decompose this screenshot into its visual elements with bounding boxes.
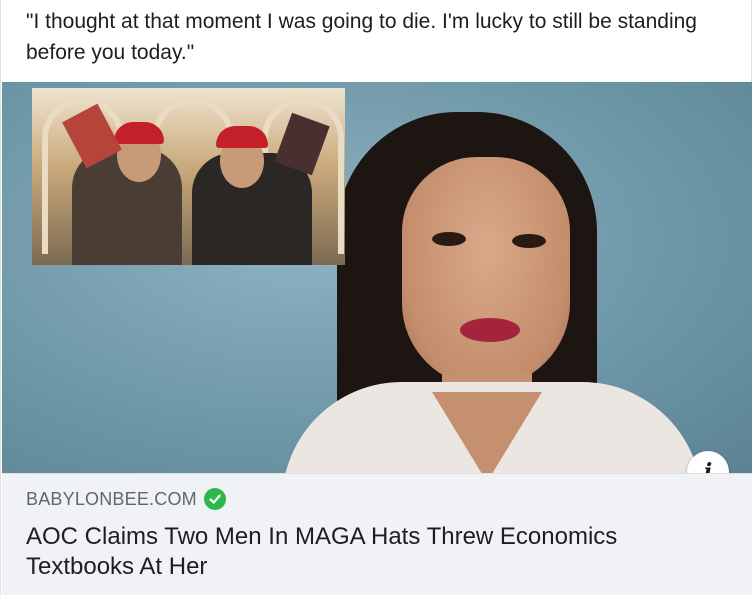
post-caption: "I thought at that moment I was going to… bbox=[26, 10, 697, 64]
link-preview-image[interactable] bbox=[2, 82, 752, 473]
domain-row: BABYLONBEE.COM bbox=[26, 488, 226, 510]
person-eye-right bbox=[512, 234, 546, 248]
person-mouth bbox=[460, 318, 520, 342]
link-domain: BABYLONBEE.COM bbox=[26, 488, 197, 509]
link-preview-footer[interactable]: BABYLONBEE.COM AOC Claims Two Men In MAG… bbox=[2, 473, 752, 595]
person-eye-left bbox=[432, 232, 466, 246]
inset-photo bbox=[32, 88, 345, 265]
link-headline[interactable]: AOC Claims Two Men In MAGA Hats Threw Ec… bbox=[26, 522, 716, 582]
inset-red-hat-right bbox=[216, 126, 268, 148]
check-circle-icon bbox=[203, 488, 226, 510]
person-face bbox=[402, 157, 570, 387]
feed-post: "I thought at that moment I was going to… bbox=[0, 0, 752, 595]
inset-red-hat-left bbox=[114, 122, 164, 144]
